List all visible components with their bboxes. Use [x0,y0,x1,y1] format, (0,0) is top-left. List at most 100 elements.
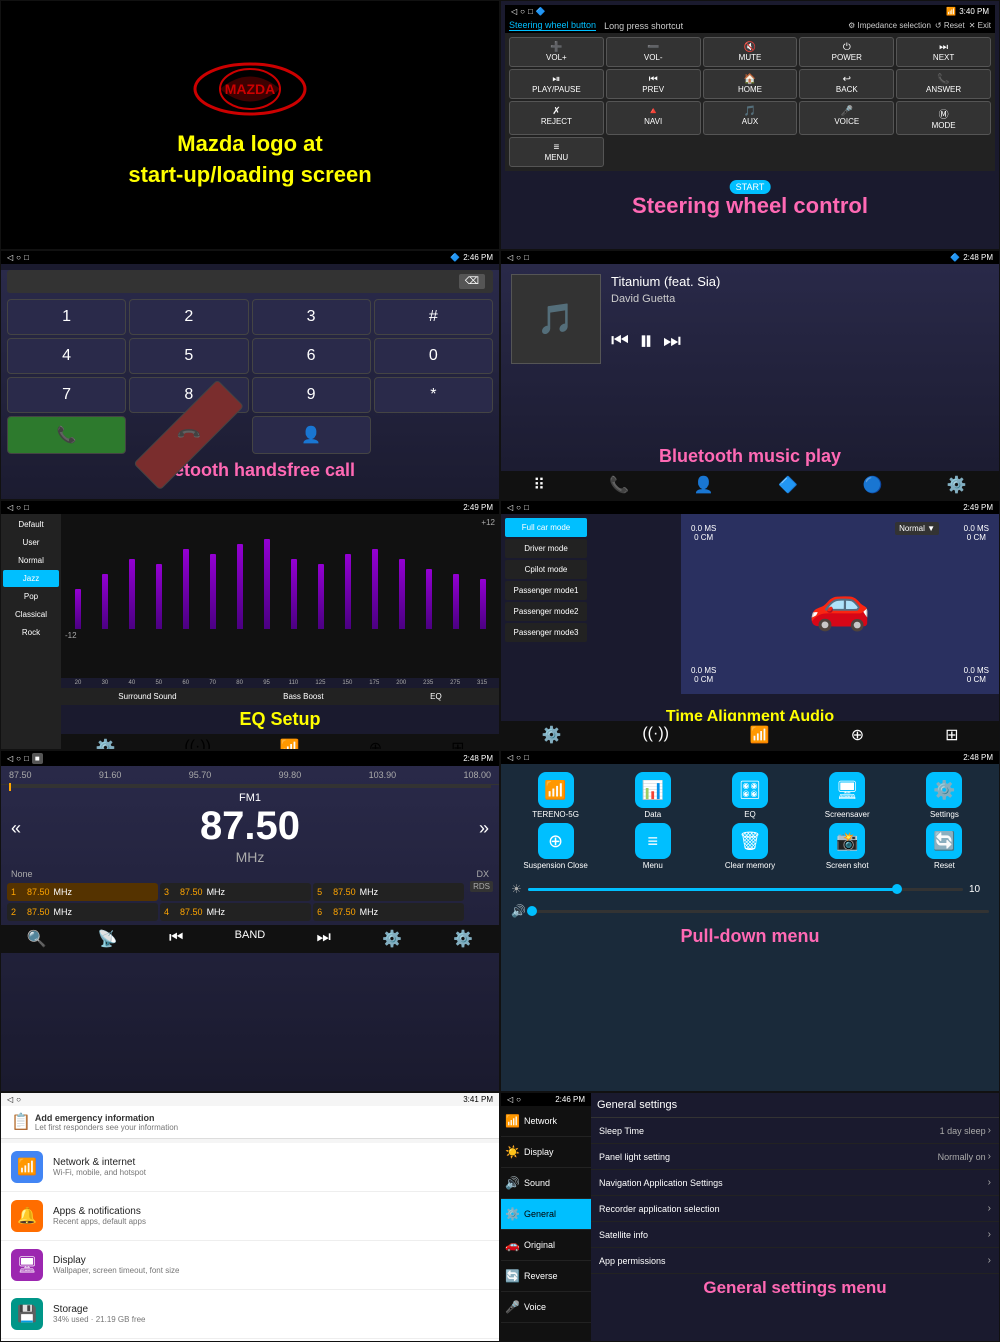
back-icon7[interactable]: ◁ [507,753,513,762]
bt-call-button[interactable]: 📞 [7,416,126,454]
nav-settings-icon2[interactable]: ⚙️ [947,475,967,495]
general-nav-voice[interactable]: 🎤 Voice [501,1292,591,1323]
back-icon8[interactable]: ◁ [7,1095,13,1104]
eq-bar-14[interactable] [443,574,468,629]
eq-nav-add[interactable]: ⊕ [369,738,382,750]
recents-icon2[interactable]: □ [24,253,29,262]
bt-key-star[interactable]: * [374,377,493,413]
eq-mode-jazz[interactable]: Jazz [3,570,59,587]
recents-icon3[interactable]: □ [524,253,529,262]
steering-tab2[interactable]: Long press shortcut [604,21,683,31]
bt-key-7[interactable]: 7 [7,377,126,413]
steering-tab1[interactable]: Steering wheel button [509,20,596,31]
play-pause-button[interactable]: ⏸ [639,325,653,358]
eq-bar-5[interactable] [200,554,225,629]
back-icon3[interactable]: ◁ [507,253,513,262]
bt-contacts-button[interactable]: 👤 [252,416,371,454]
ta-passenger2[interactable]: Passenger mode2 [505,602,587,621]
bt-key-hash[interactable]: # [374,299,493,335]
general-row-app-permissions[interactable]: App permissions › [591,1248,999,1274]
impedance-option[interactable]: ⚙ Impedance selection [848,21,931,30]
prev-button[interactable]: ⏮ [611,330,629,353]
sw-mute[interactable]: 🔇MUTE [703,37,798,67]
home-icon7[interactable]: ○ [516,753,521,762]
eq-bar-3[interactable] [146,564,171,629]
android-storage-item[interactable]: 💾 Storage 34% used · 21.19 GB free [1,1290,499,1339]
recents-icon6[interactable]: □ [24,754,29,763]
reset-option[interactable]: ↺ Reset [935,21,965,30]
start-badge[interactable]: START [730,180,771,194]
pd-app-settings[interactable]: ⚙️ Settings [898,772,991,819]
general-row-sleep[interactable]: Sleep Time 1 day sleep › [591,1118,999,1144]
sw-aux[interactable]: 🎵AUX [703,101,798,135]
bt-key-9[interactable]: 9 [252,377,371,413]
sw-menu[interactable]: ≡MENU [509,137,604,167]
general-nav-reverse[interactable]: 🔄 Reverse [501,1261,591,1292]
recents-icon5[interactable]: □ [524,503,529,512]
nav-bt3-icon[interactable]: 🔵 [862,475,882,495]
eq-surround-sound[interactable]: Surround Sound [118,692,176,701]
recents-icon[interactable]: □ [528,7,533,16]
sw-back[interactable]: ↩BACK [799,69,894,99]
eq-mode-normal[interactable]: Normal [3,552,59,569]
eq-bar-15[interactable] [470,579,495,629]
home-icon9[interactable]: ○ [516,1095,521,1104]
pd-app-wifi[interactable]: 📶 TERENO-5G [509,772,602,819]
back-icon6[interactable]: ◁ [7,754,13,763]
exit-option[interactable]: ✕ Exit [969,21,991,30]
android-apps-item[interactable]: 🔔 Apps & notifications Recent apps, defa… [1,1192,499,1241]
pd-brightness-slider[interactable] [528,888,963,891]
general-row-recorder[interactable]: Recorder application selection › [591,1196,999,1222]
pd-app-data[interactable]: 📊 Data [606,772,699,819]
radio-next-btn[interactable]: » [479,818,489,839]
sw-home[interactable]: 🏠HOME [703,69,798,99]
nav-apps-icon2[interactable]: ⠿ [533,475,545,495]
pd-volume-slider[interactable] [532,910,989,913]
back-icon9[interactable]: ◁ [507,1095,513,1104]
sw-vol-minus[interactable]: ➖VOL- [606,37,701,67]
general-row-satellite[interactable]: Satellite info › [591,1222,999,1248]
ta-nav-grid[interactable]: ⊞ [945,725,958,745]
home-icon5[interactable]: ○ [516,503,521,512]
eq-bar-11[interactable] [362,549,387,629]
sw-voice[interactable]: 🎤VOICE [799,101,894,135]
bt-key-3[interactable]: 3 [252,299,371,335]
ta-nav-signal[interactable]: 📶 [750,725,770,745]
recents-icon4[interactable]: □ [24,503,29,512]
general-row-nav-app[interactable]: Navigation Application Settings › [591,1170,999,1196]
sw-reject[interactable]: ✗REJECT [509,101,604,135]
ta-nav-add[interactable]: ⊕ [851,725,864,745]
ta-passenger3[interactable]: Passenger mode3 [505,623,587,642]
radio-eq-icon[interactable]: ⚙️ [382,929,402,949]
ta-nav-surround[interactable]: ((·)) [642,725,669,745]
eq-mode-classical[interactable]: Classical [3,606,59,623]
pd-app-suspend[interactable]: ⊕ Suspension Close [509,823,602,870]
preset-4[interactable]: 4 87.50 MHz [160,903,311,921]
next-button[interactable]: ⏭ [663,330,681,353]
sw-answer[interactable]: 📞ANSWER [896,69,991,99]
eq-bar-12[interactable] [389,559,414,629]
eq-bar-2[interactable] [119,559,144,629]
back-icon[interactable]: ◁ [511,7,517,16]
eq-eq-btn[interactable]: EQ [430,692,442,701]
eq-bar-7[interactable] [254,539,279,629]
sw-navi[interactable]: 🔺NAVI [606,101,701,135]
eq-nav-settings[interactable]: ⚙️ [95,738,115,750]
radio-scan-icon[interactable]: 📡 [98,929,118,949]
radio-settings-icon[interactable]: ⚙️ [453,929,473,949]
eq-nav-grid[interactable]: ⊞ [451,738,464,750]
sw-prev[interactable]: ⏮PREV [606,69,701,99]
general-nav-network[interactable]: 📶 Network [501,1106,591,1137]
pd-app-screenshot[interactable]: 📸 Screen shot [801,823,894,870]
sw-next[interactable]: ⏭NEXT [896,37,991,67]
general-nav-sound[interactable]: 🔊 Sound [501,1168,591,1199]
eq-bar-9[interactable] [308,564,333,629]
sw-vol-plus[interactable]: ➕VOL+ [509,37,604,67]
home-icon8[interactable]: ○ [16,1095,21,1104]
bt-key-5[interactable]: 5 [129,338,248,374]
radio-prev-icon[interactable]: ⏮ [169,929,183,949]
radio-next-icon[interactable]: ⏭ [317,929,331,949]
ta-cpilot[interactable]: Cpilot mode [505,560,587,579]
radio-prev-btn[interactable]: « [11,818,21,839]
general-nav-display[interactable]: ☀️ Display [501,1137,591,1168]
